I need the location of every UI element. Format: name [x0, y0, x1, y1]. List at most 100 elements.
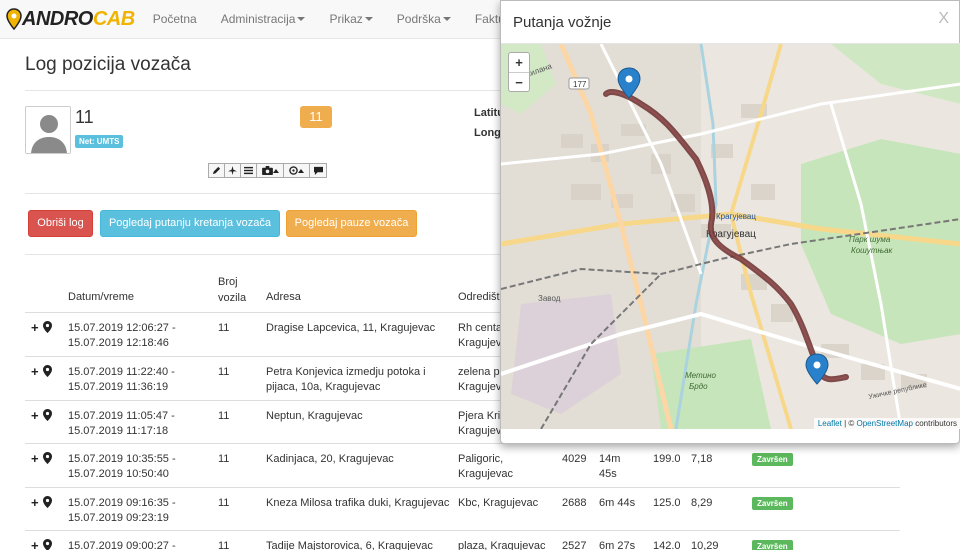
nav-pocetna[interactable]: Početna [141, 0, 209, 39]
table-row[interactable]: +15.07.2019 09:00:27 - 11 Tadije Majstorov… [25, 530, 900, 550]
row-destination-line1: Kbc, Kragujevac [458, 497, 539, 509]
hill-label-2: Брдо [689, 382, 708, 391]
row-price: 199.0 [653, 453, 681, 465]
row-address-line1: Dragise Lapcevica, 11, Kragujevac [266, 322, 436, 334]
nav-podrska-label: Podrška [396, 11, 441, 26]
view-route-button[interactable]: Pogledaj putanju kretanja vozača [100, 210, 280, 237]
row-vehicle: 11 [218, 410, 230, 422]
row-duration-seconds: 45s [599, 468, 617, 480]
row-distance: 4029 [562, 453, 587, 465]
row-destination-line2: Kragujev [458, 381, 502, 393]
brand-logo[interactable]: ANDROCAB [6, 8, 135, 31]
col-header-vehicle-2[interactable]: vozila [218, 292, 246, 304]
caret-down-icon [297, 17, 306, 22]
map-marker-icon[interactable] [42, 409, 52, 421]
col-header-vehicle-1[interactable]: Broj [218, 276, 238, 288]
row-destination-line2: Kragujevac [458, 468, 514, 480]
delete-log-button[interactable]: Obriši log [28, 210, 93, 237]
table-row[interactable]: +15.07.2019 09:16:35 - 15.07.2019 09:23:1… [25, 487, 900, 530]
modal-close-button[interactable]: X [938, 10, 949, 28]
row-datetime-start: 15.07.2019 11:05:47 - [68, 410, 175, 422]
plus-icon[interactable]: + [31, 539, 39, 550]
map-marker-icon[interactable] [42, 365, 52, 377]
driver-avatar [25, 106, 71, 154]
modal-title: Putanja vožnje [513, 14, 612, 31]
row-destination-line1: Paligoric, [458, 453, 504, 465]
plus-icon[interactable]: + [31, 452, 39, 465]
park-label: Парк шума [849, 235, 891, 244]
options-dropdown-button[interactable] [283, 163, 310, 178]
list-button[interactable] [240, 163, 257, 178]
row-address-line1: Neptun, Kragujevac [266, 410, 363, 422]
row-duration: 6m 44s [599, 497, 636, 509]
row-actions: + [31, 539, 52, 550]
nav-prikaz-label: Prikaz [329, 11, 363, 26]
map-marker-icon[interactable] [42, 452, 52, 464]
route-map[interactable]: 177 Крагујевац Крагујевац Парк шума Кошу… [501, 44, 960, 429]
zoom-in-button[interactable]: + [509, 53, 529, 72]
pencil-icon [212, 166, 221, 175]
col-header-address[interactable]: Adresa [266, 291, 301, 303]
plane-icon [228, 166, 237, 175]
row-amount: 8,29 [691, 497, 713, 509]
col-header-destination[interactable]: Odredišt [458, 291, 500, 303]
row-datetime-start: 15.07.2019 09:00:27 - [68, 540, 176, 550]
row-destination-line2: Kragujev [458, 337, 502, 349]
row-datetime-start: 15.07.2019 10:35:55 - [68, 453, 176, 465]
vehicle-button[interactable] [224, 163, 241, 178]
row-destination-line1: plaza, Kragujevac [458, 540, 546, 550]
attribution-tail: contributors [912, 419, 957, 428]
page-title: Log pozicija vozača [25, 54, 191, 75]
plus-icon[interactable]: + [31, 409, 39, 422]
row-destination-line1: Rh centa [458, 322, 503, 334]
row-vehicle: 11 [218, 322, 230, 334]
nav-podrska[interactable]: Podrška [385, 0, 463, 39]
row-address-line1: Petra Konjevica izmedju potoka i [266, 366, 426, 378]
plus-icon[interactable]: + [31, 365, 39, 378]
osm-link[interactable]: OpenStreetMap [856, 419, 912, 428]
driver-toolbar [208, 163, 327, 178]
row-duration: 14m [599, 453, 621, 465]
camera-dropdown-button[interactable] [256, 163, 284, 178]
row-destination-line1: zelena p [458, 366, 500, 378]
row-datetime-end: 15.07.2019 11:36:19 [68, 381, 169, 393]
row-amount: 7,18 [691, 453, 713, 465]
nav-prikaz[interactable]: Prikaz [317, 0, 384, 39]
col-header-datetime[interactable]: Datum/vreme [68, 291, 134, 303]
row-address-line1: Kneza Milosa trafika duki, Kragujevac [266, 497, 450, 509]
station-label: Крагујевац [716, 212, 756, 221]
row-datetime-start: 15.07.2019 09:16:35 - [68, 497, 176, 509]
plus-icon[interactable]: + [31, 321, 39, 334]
brand-text: ANDROCAB [22, 7, 135, 30]
plus-icon[interactable]: + [31, 496, 39, 509]
row-vehicle: 11 [218, 366, 230, 378]
road-177-label: 177 [573, 80, 587, 89]
row-vehicle: 11 [218, 540, 230, 550]
message-button[interactable] [309, 163, 327, 178]
row-actions: + [31, 365, 52, 378]
park-label-2: Кошутњак [851, 246, 894, 255]
row-distance: 2527 [562, 540, 587, 550]
nav-administracija[interactable]: Administracija [209, 0, 318, 39]
map-marker-icon[interactable] [42, 496, 52, 508]
caret-up-icon [298, 169, 304, 173]
row-datetime-end: 15.07.2019 12:18:46 [68, 337, 169, 349]
table-row[interactable]: +15.07.2019 10:35:55 - 15.07.2019 10:50:4… [25, 443, 900, 487]
edit-button[interactable] [208, 163, 225, 178]
map-marker-icon[interactable] [42, 539, 52, 550]
status-badge: Završen [752, 497, 793, 510]
row-datetime-start: 15.07.2019 12:06:27 - [68, 322, 176, 334]
row-price: 125.0 [653, 497, 681, 509]
row-datetime-end: 15.07.2019 10:50:40 [68, 468, 169, 480]
zoom-out-button[interactable]: − [509, 72, 529, 91]
status-badge: Završen [752, 540, 793, 550]
map-marker-icon[interactable] [42, 321, 52, 333]
row-datetime-start: 15.07.2019 11:22:40 - [68, 366, 175, 378]
leaflet-link[interactable]: Leaflet [818, 419, 842, 428]
view-pauses-button[interactable]: Pogledaj pauze vozača [286, 210, 417, 237]
row-destination-line2: Kragujev [458, 425, 502, 437]
hill-label: Метино [685, 371, 717, 380]
map-tiles: 177 Крагујевац Крагујевац Парк шума Кошу… [501, 44, 960, 429]
attribution-separator: | © [841, 419, 857, 428]
zoom-control: + − [508, 52, 530, 92]
